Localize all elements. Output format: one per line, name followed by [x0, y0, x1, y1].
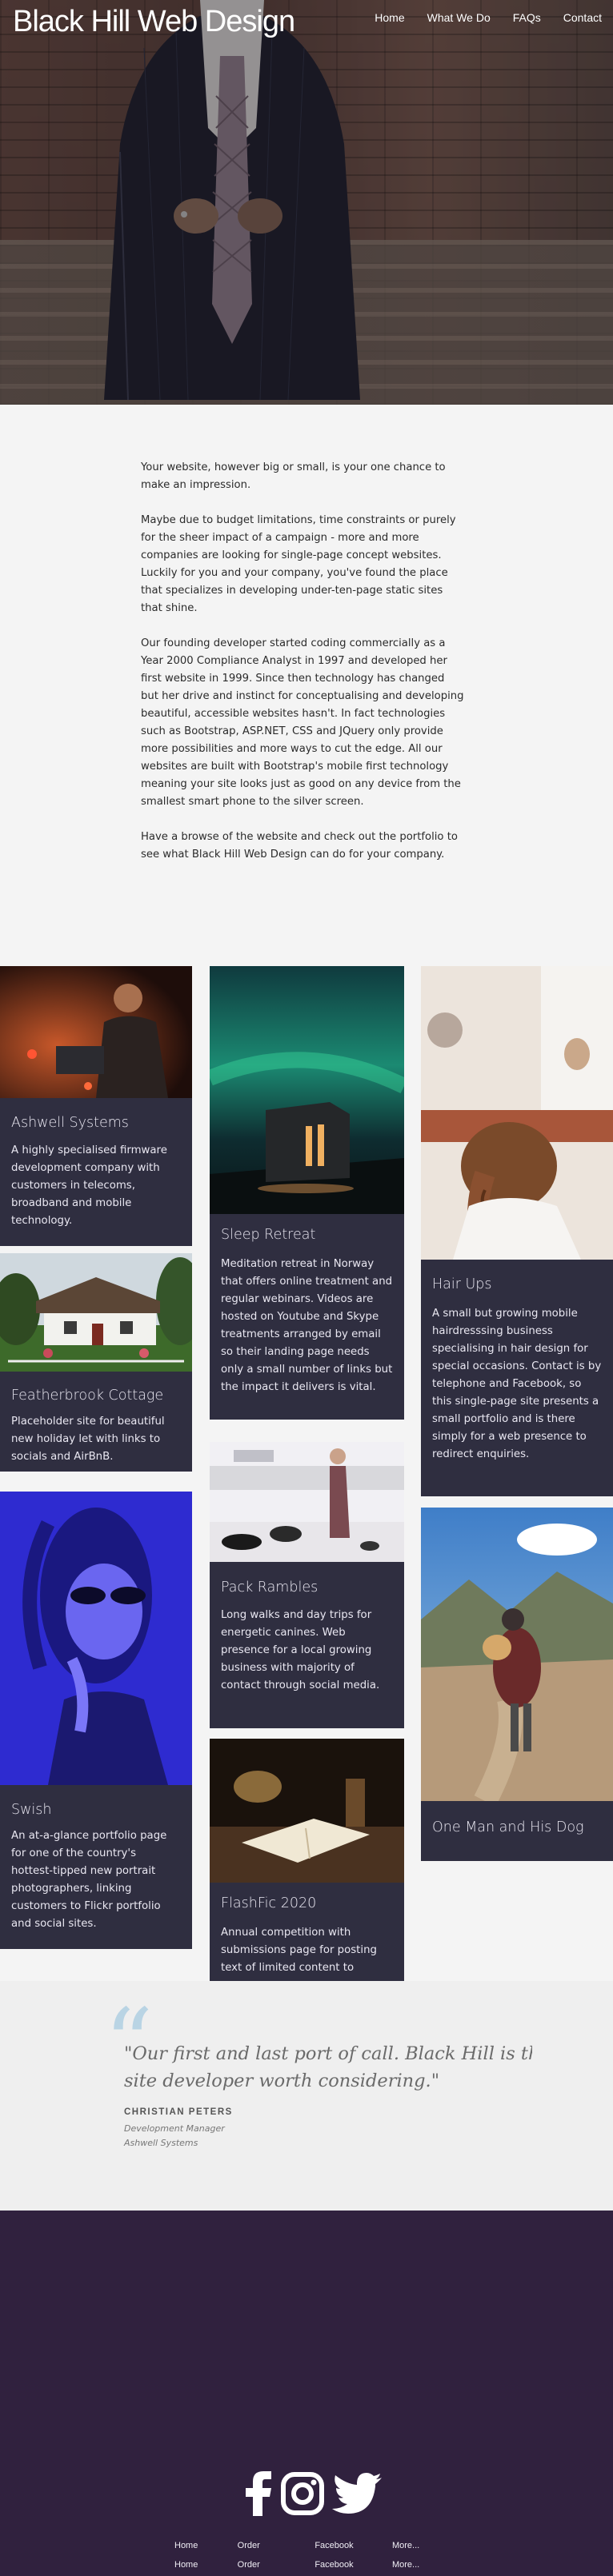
portfolio-title: Featherbrook Cottage [11, 1388, 164, 1404]
portfolio-card-swish[interactable]: Swish An at-a-glance portfolio page for … [0, 1492, 192, 1949]
footer-link-more[interactable]: More... [392, 2541, 456, 2550]
portfolio-card-hair-ups[interactable]: Hair Ups A small but growing mobile hair… [421, 966, 613, 1496]
portfolio-image-cottage [0, 1253, 192, 1372]
portfolio-image-braided-hair [421, 966, 613, 1260]
portfolio-image-woman-sunglasses [0, 1492, 192, 1785]
portfolio-description: Long walks and day trips for energetic c… [221, 1609, 380, 1691]
portfolio-title: Hair Ups [432, 1276, 492, 1292]
portfolio-title: Sleep Retreat [221, 1227, 316, 1243]
portfolio-image-dogs-beach [210, 1442, 404, 1562]
portfolio-description: A small but growing mobile hairdresssing… [432, 1308, 602, 1460]
portfolio-description: Placeholder site for beautiful new holid… [11, 1416, 165, 1463]
intro-paragraph: Have a browse of the website and check o… [141, 831, 458, 861]
testimonial-section: “ "Our first and last port of call. Blac… [0, 1981, 613, 2211]
portfolio-title: FlashFic 2020 [221, 1895, 317, 1911]
nav-home[interactable]: Home [363, 11, 415, 24]
testimonial-author-details: Development Manager Ashwell Systems [124, 2122, 225, 2151]
intro-section: Your website, however big or small, is y… [141, 459, 464, 881]
portfolio-description: A highly specialised firmware developmen… [11, 1144, 167, 1227]
intro-paragraph: Your website, however big or small, is y… [141, 461, 446, 491]
footer-link-home[interactable]: Home [160, 2541, 224, 2550]
footer-nav-row-1: Home Order Facebook More... [160, 2541, 456, 2550]
intro-paragraph: Maybe due to budget limitations, time co… [141, 514, 456, 614]
portfolio-title: Ashwell Systems [11, 1115, 129, 1131]
nav-faqs[interactable]: FAQs [502, 11, 552, 24]
footer-link-home[interactable]: Home [160, 2560, 224, 2570]
footer-link-more[interactable]: More... [392, 2560, 456, 2570]
brand-logo[interactable]: Black Hill Web Design [13, 5, 295, 39]
footer-link-order[interactable]: Order [238, 2560, 302, 2570]
portfolio-card-one-man-and-his-dog[interactable]: One Man and His Dog [421, 1508, 613, 1861]
portfolio-description: An at-a-glance portfolio page for one of… [11, 1830, 167, 1930]
quote-line: site developer worth considering." [124, 2071, 440, 2091]
portfolio-image-man-laptop [0, 966, 192, 1098]
portfolio-description: Meditation retreat in Norway that offers… [221, 1258, 393, 1393]
nav-contact[interactable]: Contact [552, 11, 613, 24]
hero-overlay [0, 0, 613, 405]
footer-link-facebook[interactable]: Facebook [315, 2541, 379, 2550]
portfolio-title: Pack Rambles [221, 1580, 319, 1596]
intro-paragraph: Our founding developer started coding co… [141, 637, 464, 808]
portfolio-card-ashwell-systems[interactable]: Ashwell Systems A highly specialised fir… [0, 966, 192, 1246]
twitter-icon[interactable] [332, 2473, 382, 2514]
footer-nav-row-2: Home Order Facebook More... [160, 2560, 456, 2570]
portfolio-image-cabin-aurora [210, 966, 404, 1214]
portfolio-card-pack-rambles[interactable]: Pack Rambles Long walks and day trips fo… [210, 1442, 404, 1728]
instagram-icon[interactable] [281, 2472, 324, 2515]
testimonial-author: CHRISTIAN PETERS [124, 2107, 233, 2117]
portfolio-title: One Man and His Dog [432, 1819, 584, 1835]
site-footer: Home Order Facebook More... Home Order F… [0, 2211, 613, 2576]
quote-line: "Our first and last port of call. Black … [124, 2043, 532, 2064]
portfolio-card-flashfic-2020[interactable]: FlashFic 2020 Annual competition with su… [210, 1739, 404, 1983]
portfolio-card-sleep-retreat[interactable]: Sleep Retreat Meditation retreat in Norw… [210, 966, 404, 1420]
testimonial-quote: "Our first and last port of call. Black … [124, 2040, 532, 2095]
nav-what-we-do[interactable]: What We Do [416, 11, 502, 24]
main-nav: Home What We Do FAQs Contact [363, 11, 613, 24]
portfolio-description: Annual competition with submissions page… [221, 1927, 377, 1974]
portfolio-image-hiker-with-dog [421, 1508, 613, 1801]
social-links [244, 2471, 382, 2516]
portfolio-image-desk-notebook [210, 1739, 404, 1883]
footer-link-order[interactable]: Order [238, 2541, 302, 2550]
author-role: Development Manager [124, 2123, 225, 2134]
author-company: Ashwell Systems [124, 2138, 198, 2148]
portfolio-card-featherbrook-cottage[interactable]: Featherbrook Cottage Placeholder site fo… [0, 1253, 192, 1472]
portfolio-title: Swish [11, 1802, 52, 1818]
hero-banner: Black Hill Web Design Home What We Do FA… [0, 0, 613, 405]
facebook-icon[interactable] [244, 2471, 273, 2516]
footer-link-facebook[interactable]: Facebook [315, 2560, 379, 2570]
